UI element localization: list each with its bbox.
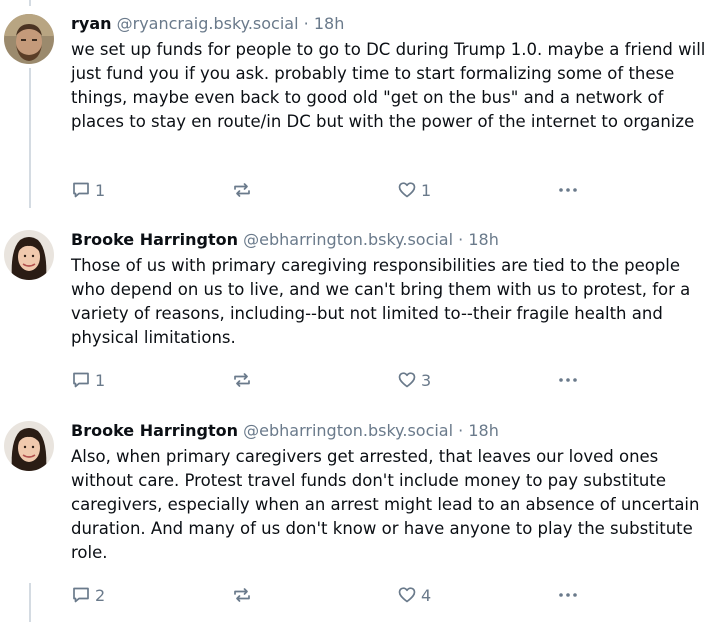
avatar[interactable] [4, 14, 54, 64]
avatar-image [4, 421, 54, 471]
like-button[interactable]: 3 [397, 369, 431, 391]
post-timestamp[interactable]: 18h [314, 14, 345, 33]
post-header: Brooke Harrington @ebharrington.bsky.soc… [71, 229, 711, 251]
avatar[interactable] [4, 230, 54, 280]
avatar-image [4, 14, 54, 64]
post-text: Also, when primary caregivers get arrest… [71, 447, 700, 562]
author-handle[interactable]: @ebharrington.bsky.social [243, 230, 453, 249]
like-count: 1 [421, 180, 432, 200]
more-icon [559, 593, 577, 597]
reply-icon [73, 372, 89, 388]
reply-icon [73, 587, 89, 603]
like-button[interactable]: 1 [397, 179, 431, 201]
more-icon [559, 188, 577, 192]
separator: · [458, 230, 464, 249]
reply-count: 2 [95, 585, 106, 605]
more-icon [559, 378, 577, 382]
repost-button[interactable] [231, 584, 253, 606]
post-actions: 1 1 [71, 179, 611, 201]
like-count: 4 [421, 585, 432, 605]
avatar[interactable] [4, 421, 54, 471]
post-text: Those of us with primary caregiving resp… [71, 256, 691, 347]
avatar-image [4, 230, 54, 280]
author-name[interactable]: ryan [71, 14, 112, 33]
repost-button[interactable] [231, 179, 253, 201]
heart-icon [398, 372, 416, 388]
post-thread: ryan @ryancraig.bsky.social · 18h we set… [0, 0, 727, 622]
reply-button[interactable]: 1 [71, 369, 105, 391]
reply-icon [73, 182, 89, 198]
post-actions: 2 4 [71, 584, 611, 606]
repost-icon [234, 588, 250, 602]
more-options-button[interactable] [557, 584, 579, 606]
author-handle[interactable]: @ryancraig.bsky.social [117, 14, 299, 33]
thread-line [29, 68, 31, 208]
like-button[interactable]: 4 [397, 584, 431, 606]
post-actions: 1 3 [71, 369, 611, 391]
repost-button[interactable] [231, 369, 253, 391]
reply-button[interactable]: 2 [71, 584, 105, 606]
author-handle[interactable]: @ebharrington.bsky.social [243, 421, 453, 440]
heart-icon [398, 182, 416, 198]
thread-line [29, 0, 31, 6]
post-text: we set up funds for people to go to DC d… [71, 40, 706, 131]
heart-icon [398, 587, 416, 603]
author-name[interactable]: Brooke Harrington [71, 421, 238, 440]
reply-button[interactable]: 1 [71, 179, 105, 201]
post-header: Brooke Harrington @ebharrington.bsky.soc… [71, 420, 711, 442]
post-timestamp[interactable]: 18h [468, 421, 499, 440]
repost-icon [234, 183, 250, 197]
thread-line [29, 583, 31, 622]
post-header: ryan @ryancraig.bsky.social · 18h [71, 13, 711, 35]
separator: · [303, 14, 309, 33]
separator: · [458, 421, 464, 440]
reply-count: 1 [95, 180, 106, 200]
repost-icon [234, 373, 250, 387]
more-options-button[interactable] [557, 369, 579, 391]
reply-count: 1 [95, 370, 106, 390]
like-count: 3 [421, 370, 432, 390]
post-timestamp[interactable]: 18h [468, 230, 499, 249]
more-options-button[interactable] [557, 179, 579, 201]
author-name[interactable]: Brooke Harrington [71, 230, 238, 249]
